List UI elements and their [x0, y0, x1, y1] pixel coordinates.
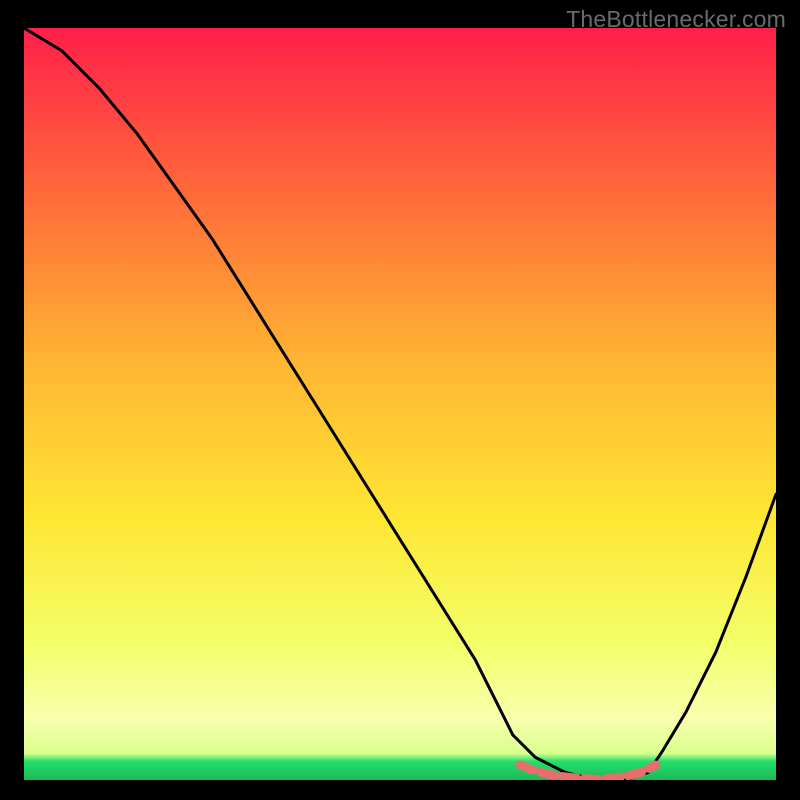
gradient-background — [24, 28, 776, 780]
chart-frame: TheBottleneсker.com — [0, 0, 800, 800]
plot-area — [24, 28, 776, 780]
bottleneck-chart — [24, 28, 776, 780]
